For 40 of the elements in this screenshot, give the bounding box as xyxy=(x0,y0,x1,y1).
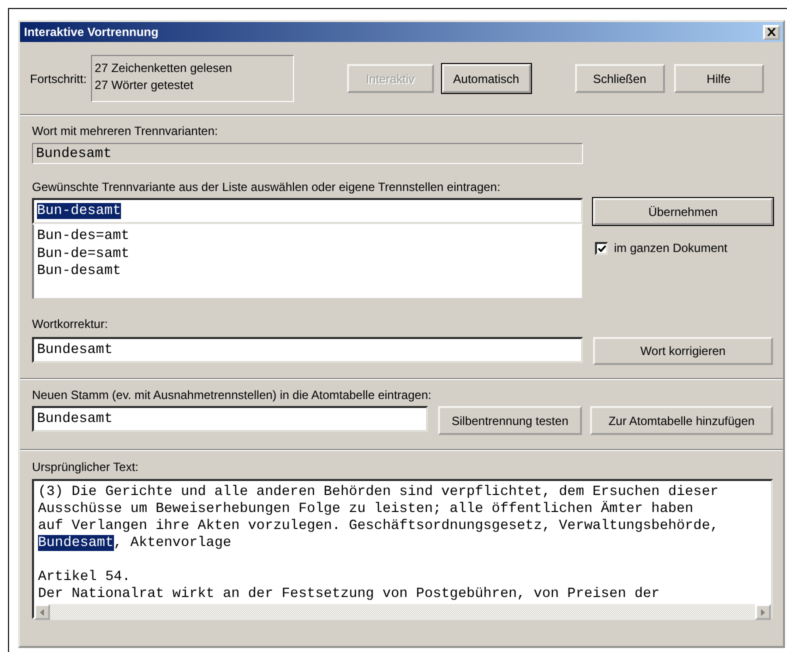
text-line: auf Verlangen ihre Akten vorzulegen. Geschäftsordnungsgesetz, Verwaltungsbehörde, xyxy=(38,518,720,535)
field-label: Ursprünglicher Text: xyxy=(32,460,138,474)
hyphenation-field[interactable]: Bun-desamt xyxy=(32,198,583,224)
text-line: Artikel 54. xyxy=(38,569,132,586)
field-label: Wortkorrektur: xyxy=(32,317,108,331)
field-label: Fortschritt: xyxy=(30,72,87,86)
scroll-right-button[interactable] xyxy=(755,604,771,620)
checkbox[interactable] xyxy=(595,242,608,254)
field-label: Gewünschte Trennvariante aus der Liste auswählen oder eigene Trennstellen eintragen: xyxy=(32,180,500,194)
list-item[interactable]: Bun-desamt xyxy=(37,263,579,280)
progress-text: 27 Zeichenketten gelesen xyxy=(94,61,232,75)
close-button[interactable]: Schließen xyxy=(574,64,665,93)
test-button[interactable]: Silbentrennung testen xyxy=(438,406,582,435)
correction-field[interactable]: Bundesamt xyxy=(32,337,583,363)
apply-button[interactable]: Übernehmen xyxy=(593,198,773,225)
left-arrow-icon xyxy=(40,608,44,616)
window-title: Interaktive Vortrennung xyxy=(24,25,160,39)
add-button[interactable]: Zur Atomtabelle hinzufügen xyxy=(590,406,773,435)
text-area[interactable] xyxy=(32,479,773,619)
progress-text: 27 Wörter getestet xyxy=(94,78,194,92)
variant-list[interactable]: Bun-des=amt Bun-de=samt Bun-desamt xyxy=(32,224,583,299)
text-line: Der Nationalrat wirkt an der Festsetzung von Postgebühren, von Preisen der xyxy=(38,586,661,603)
close-button[interactable] xyxy=(763,24,780,40)
list-item[interactable]: Bun-des=amt xyxy=(37,228,579,246)
right-arrow-icon xyxy=(761,608,765,616)
field-label: Wort mit mehreren Trennvarianten: xyxy=(32,124,218,138)
checkbox-label[interactable]: im ganzen Dokument xyxy=(614,241,728,255)
word-field: Bundesamt xyxy=(32,143,583,164)
text-line: Bundesamt, Aktenvorlage xyxy=(38,535,232,552)
correct-button[interactable]: Wort korrigieren xyxy=(593,337,773,365)
mode-button[interactable]: Automatisch xyxy=(442,64,531,93)
stem-field[interactable]: Bundesamt xyxy=(32,406,428,432)
check-mark-icon xyxy=(598,244,606,252)
list-item[interactable]: Bun-de=samt xyxy=(37,246,579,263)
help-button[interactable]: Hilfe xyxy=(674,64,764,93)
scroll-left-button[interactable] xyxy=(34,604,50,620)
close-icon xyxy=(767,28,776,36)
text-line: (3) Die Gerichte und alle anderen Behörden sind verpflichtet, dem Ersuchen dieser xyxy=(38,484,720,500)
field-label: Neuen Stamm (ev. mit Ausnahmetrennstellen) in die Atomtabelle eintragen: xyxy=(32,388,432,402)
text-line: Ausschüsse um Beweiserhebungen Folge zu leisten; alle öffentlichen Ämter haben xyxy=(38,501,694,518)
